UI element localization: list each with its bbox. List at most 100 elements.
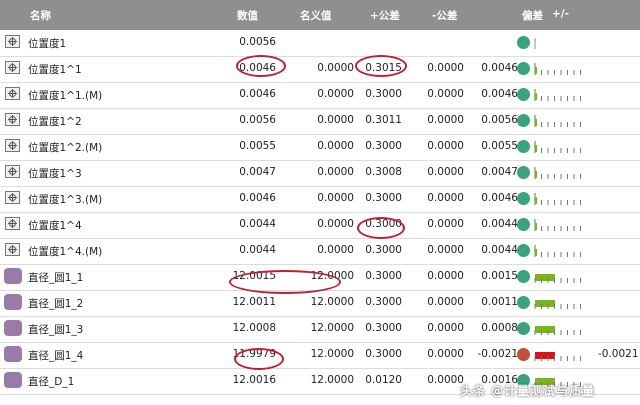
- table-row[interactable]: 位置度1^2 0.0056 0.0000 0.3011 0.0000 0.0056: [0, 108, 640, 135]
- cell-deviation: 0.0046: [481, 88, 518, 100]
- cell-nominal: 0.0000: [317, 244, 354, 256]
- cell-deviation: 0.0056: [481, 114, 518, 126]
- deviation-bar: [534, 140, 584, 154]
- table-header: 名称 数值 名义值 +公差 -公差 偏差 +/-: [0, 0, 640, 30]
- diameter-feature-icon: [4, 268, 22, 284]
- deviation-side-value: -0.0021: [598, 348, 639, 360]
- deviation-bar: [534, 270, 584, 284]
- table-row[interactable]: 位置度1^4 0.0044 0.0000 0.3000 0.0000 0.0044: [0, 212, 640, 239]
- cell-name: 位置度1^2: [28, 116, 82, 128]
- table-row[interactable]: 位置度1^4.(M) 0.0044 0.0000 0.3000 0.0000 0.0044: [0, 238, 640, 265]
- table-row[interactable]: 位置度1^1.(M) 0.0046 0.0000 0.3000 0.0000 0.0046: [0, 82, 640, 109]
- cell-minus-tol: 0.0000: [427, 192, 464, 204]
- table-row[interactable]: 位置度1 0.0056: [0, 30, 640, 57]
- table-row[interactable]: 位置度1^3 0.0047 0.0000 0.3008 0.0000 0.0047: [0, 160, 640, 187]
- col-header-deviation[interactable]: 偏差: [522, 8, 543, 23]
- table-row[interactable]: 位置度1^3.(M) 0.0046 0.0000 0.3000 0.0000 0.0046: [0, 186, 640, 213]
- status-indicator: [517, 218, 530, 231]
- cell-value: 0.0046: [239, 88, 276, 100]
- status-indicator: [517, 62, 530, 75]
- cell-nominal: 12.0000: [310, 322, 354, 334]
- table-row[interactable]: 直径_圆1_3 12.0008 12.0000 0.3000 0.0000 0.0008: [0, 316, 640, 343]
- cell-name: 直径_圆1_2: [28, 298, 84, 310]
- deviation-bar: [534, 36, 584, 50]
- status-indicator: [517, 166, 530, 179]
- cell-minus-tol: 0.0000: [427, 166, 464, 178]
- cell-minus-tol: 0.0000: [427, 88, 464, 100]
- cell-value: 0.0056: [239, 114, 276, 126]
- cell-deviation: 0.0047: [481, 166, 518, 178]
- deviation-bar: [534, 192, 584, 206]
- status-indicator: [517, 36, 530, 49]
- table-row[interactable]: 直径_圆1_2 12.0011 12.0000 0.3000 0.0000 0.0011: [0, 290, 640, 317]
- cell-name: 直径_圆1_1: [28, 272, 84, 284]
- col-header-nominal[interactable]: 名义值: [300, 8, 332, 23]
- cell-nominal: 0.0000: [317, 218, 354, 230]
- cell-value: 12.0008: [232, 322, 276, 334]
- cell-name: 位置度1^3.(M): [28, 194, 103, 206]
- position-tolerance-icon: [5, 113, 20, 126]
- deviation-bar: [534, 244, 584, 258]
- cell-minus-tol: 0.0000: [427, 140, 464, 152]
- col-header-plus-tol[interactable]: +公差: [370, 8, 400, 23]
- diameter-feature-icon: [4, 294, 22, 310]
- deviation-bar: [534, 296, 584, 310]
- cell-plus-tol: 0.3008: [365, 166, 402, 178]
- cell-value: 0.0047: [239, 166, 276, 178]
- col-header-pm: +/-: [552, 8, 569, 20]
- position-tolerance-icon: [5, 165, 20, 178]
- cell-name: 位置度1^3: [28, 168, 82, 180]
- position-tolerance-icon: [5, 87, 20, 100]
- cell-plus-tol: 0.3000: [365, 192, 402, 204]
- diameter-feature-icon: [4, 346, 22, 362]
- position-tolerance-icon: [5, 191, 20, 204]
- highlight-circle: [357, 217, 405, 239]
- cell-value: 12.0016: [232, 374, 276, 386]
- status-indicator: [517, 322, 530, 335]
- cell-value: 12.0011: [232, 296, 276, 308]
- cell-name: 直径_圆1_4: [28, 350, 84, 362]
- cell-nominal: 0.0000: [317, 114, 354, 126]
- deviation-bar: [534, 166, 584, 180]
- cell-deviation: 0.0055: [481, 140, 518, 152]
- cell-plus-tol: 0.3000: [365, 322, 402, 334]
- cell-plus-tol: 0.3011: [365, 114, 402, 126]
- status-indicator: [517, 244, 530, 257]
- col-header-name[interactable]: 名称: [30, 8, 51, 23]
- status-indicator: [517, 348, 530, 361]
- cell-name: 位置度1^4: [28, 220, 82, 232]
- cell-name: 位置度1^1: [28, 64, 82, 76]
- cell-name: 位置度1^1.(M): [28, 90, 103, 102]
- cell-deviation: 0.0046: [481, 192, 518, 204]
- col-header-value[interactable]: 数值: [237, 8, 258, 23]
- cell-value: 0.0055: [239, 140, 276, 152]
- cell-value: 0.0056: [239, 36, 276, 48]
- cell-plus-tol: 0.3000: [365, 270, 402, 282]
- cell-plus-tol: 0.3000: [365, 348, 402, 360]
- cell-nominal: 0.0000: [317, 166, 354, 178]
- cell-nominal: 0.0000: [317, 140, 354, 152]
- watermark: 头条 @计量测试与质量: [460, 384, 596, 398]
- diameter-feature-icon: [4, 372, 22, 388]
- col-header-minus-tol[interactable]: -公差: [432, 8, 457, 23]
- position-tolerance-icon: [5, 35, 20, 48]
- cell-nominal: 12.0000: [310, 374, 354, 386]
- diameter-feature-icon: [4, 320, 22, 336]
- table-row[interactable]: 位置度1^2.(M) 0.0055 0.0000 0.3000 0.0000 0.0055: [0, 134, 640, 161]
- highlight-circle: [234, 348, 284, 370]
- cell-minus-tol: 0.0000: [427, 322, 464, 334]
- cell-name: 位置度1^2.(M): [28, 142, 103, 154]
- table-row[interactable]: 位置度1^1 0.0046 0.0000 0.3015 0.0000 0.0046: [0, 56, 640, 83]
- cell-value: 0.0044: [239, 218, 276, 230]
- cell-plus-tol: 0.3000: [365, 296, 402, 308]
- cell-plus-tol: 0.0120: [365, 374, 402, 386]
- cell-plus-tol: 0.3000: [365, 88, 402, 100]
- cell-plus-tol: 0.3000: [365, 244, 402, 256]
- status-indicator: [517, 88, 530, 101]
- status-indicator: [517, 192, 530, 205]
- highlight-circle: [229, 270, 341, 294]
- highlight-circle: [236, 55, 286, 77]
- cell-value: 0.0044: [239, 244, 276, 256]
- table-row[interactable]: 直径_圆1_4 11.9979 12.0000 0.3000 0.0000 -0.0021…: [0, 342, 640, 369]
- status-indicator: [517, 296, 530, 309]
